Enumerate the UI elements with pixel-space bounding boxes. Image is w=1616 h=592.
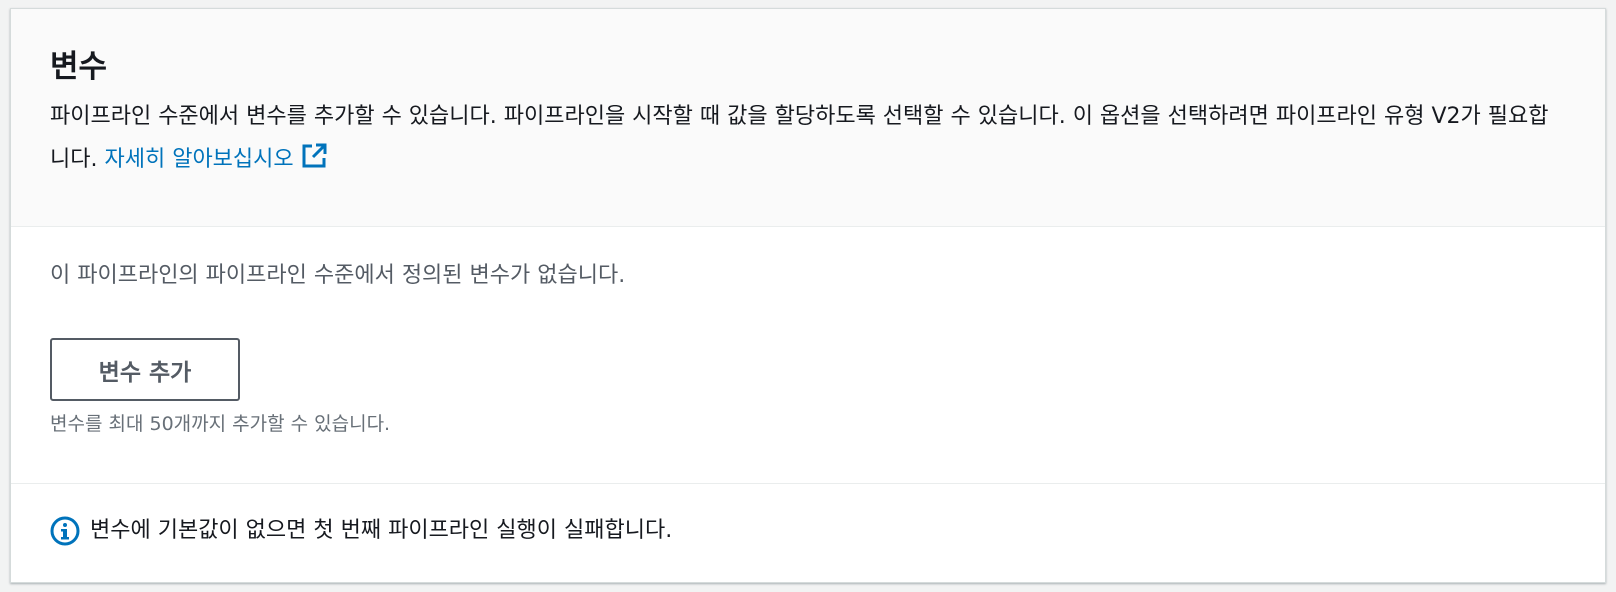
external-link-icon: [300, 142, 328, 185]
learn-more-label: 자세히 알아보십시오: [104, 147, 294, 172]
panel-footer: 변수에 기본값이 없으면 첫 번째 파이프라인 실행이 실패합니다.: [11, 484, 1605, 546]
empty-state-message: 이 파이프라인의 파이프라인 수준에서 정의된 변수가 없습니다.: [50, 263, 626, 288]
info-icon: [50, 516, 80, 546]
variables-panel: 변수 파이프라인 수준에서 변수를 추가할 수 있습니다. 파이프라인을 시작할…: [10, 8, 1606, 583]
variable-limit-hint: 변수를 최대 50개까지 추가할 수 있습니다.: [50, 413, 391, 435]
panel-description: 파이프라인 수준에서 변수를 추가할 수 있습니다. 파이프라인을 시작할 때 …: [50, 95, 1567, 185]
add-variable-button[interactable]: 변수 추가: [50, 338, 240, 401]
panel-header: 변수 파이프라인 수준에서 변수를 추가할 수 있습니다. 파이프라인을 시작할…: [11, 9, 1605, 227]
panel-title: 변수: [50, 49, 108, 85]
panel-body: 이 파이프라인의 파이프라인 수준에서 정의된 변수가 없습니다. 변수 추가 …: [11, 227, 1605, 484]
info-message: 변수에 기본값이 없으면 첫 번째 파이프라인 실행이 실패합니다.: [90, 518, 673, 543]
learn-more-link[interactable]: 자세히 알아보십시오: [104, 143, 327, 172]
